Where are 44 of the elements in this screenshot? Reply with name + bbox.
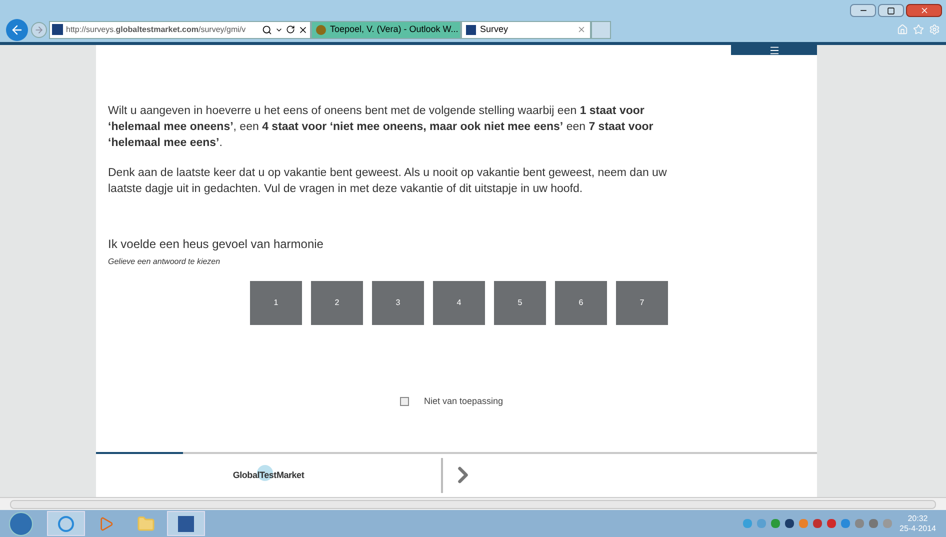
settings-icon[interactable] [929,24,940,35]
forward-button[interactable] [31,22,47,38]
stop-icon[interactable] [298,24,308,34]
scale-option[interactable]: 1 [250,281,302,325]
clock-time: 20:32 [908,514,928,524]
browser-taskbar-icon[interactable] [47,511,85,536]
instruction-text: Denk aan de laatste keer dat u op vakantie bent geweest. Als u nooit op vakantie bent geweest, neem dan uw laatste dagje uit in gedachten. Vul de vragen in met deze vakantie of dit uitstapje in uw hoofd. [108,166,668,197]
menu-button[interactable] [731,45,817,55]
restore-icon [887,6,895,14]
address-bar[interactable]: http://surveys.globaltestmarket.com/survey/gmi/v [49,20,311,38]
close-icon [920,6,928,15]
clock-date: 25-4-2014 [900,524,936,534]
scale-option[interactable]: 4 [433,281,485,325]
hint-text: Gelieve een antwoord te kiezen [108,256,222,268]
browser-tab[interactable]: Toepoel, V. (Vera) - Outlook W... [311,20,461,38]
tab-label: Survey [480,22,510,36]
scale-option[interactable]: 5 [494,281,546,325]
checkbox[interactable] [400,397,409,406]
tab-label: Toepoel, V. (Vera) - Outlook W... [330,22,458,36]
site-icon [52,24,63,35]
favorites-icon[interactable] [913,24,924,35]
new-tab-button[interactable] [591,20,611,38]
checkbox-label: Niet van toepassing [424,395,504,408]
forward-arrow-icon [34,24,44,34]
back-button[interactable] [6,18,28,40]
restore-button[interactable] [878,4,904,17]
scale-option[interactable]: 2 [311,281,363,325]
start-button[interactable] [9,512,33,536]
document-taskbar-icon[interactable] [167,511,205,536]
address-text: http://surveys.globaltestmarket.com/survey/gmi/v [66,24,247,36]
question-text: Ik voelde een heus gevoel van harmonie [108,236,324,252]
intro-text: Wilt u aangeven in hoeverre u het eens of oneens bent met de volgende stelling waarbij een 1 staat voor ‘helemaal mee oneens’, een 4 staat voor ‘niet mee oneens, maar ook niet mee eens’ een 7 staat voor ‘helemaal mee eens’. [108,104,654,151]
tab-icon [316,24,326,34]
scale-option[interactable]: 6 [555,281,607,325]
scale-option[interactable]: 3 [372,281,424,325]
refresh-icon[interactable] [286,25,295,34]
horizontal-scrollbar[interactable] [0,497,946,510]
close-tab-icon[interactable] [577,25,586,34]
scale-option[interactable]: 7 [616,281,668,325]
home-icon[interactable] [897,24,908,35]
browser-tab[interactable]: Survey [461,20,591,38]
search-icon[interactable] [262,24,272,34]
tab-icon [466,24,476,34]
close-button[interactable] [906,4,942,17]
